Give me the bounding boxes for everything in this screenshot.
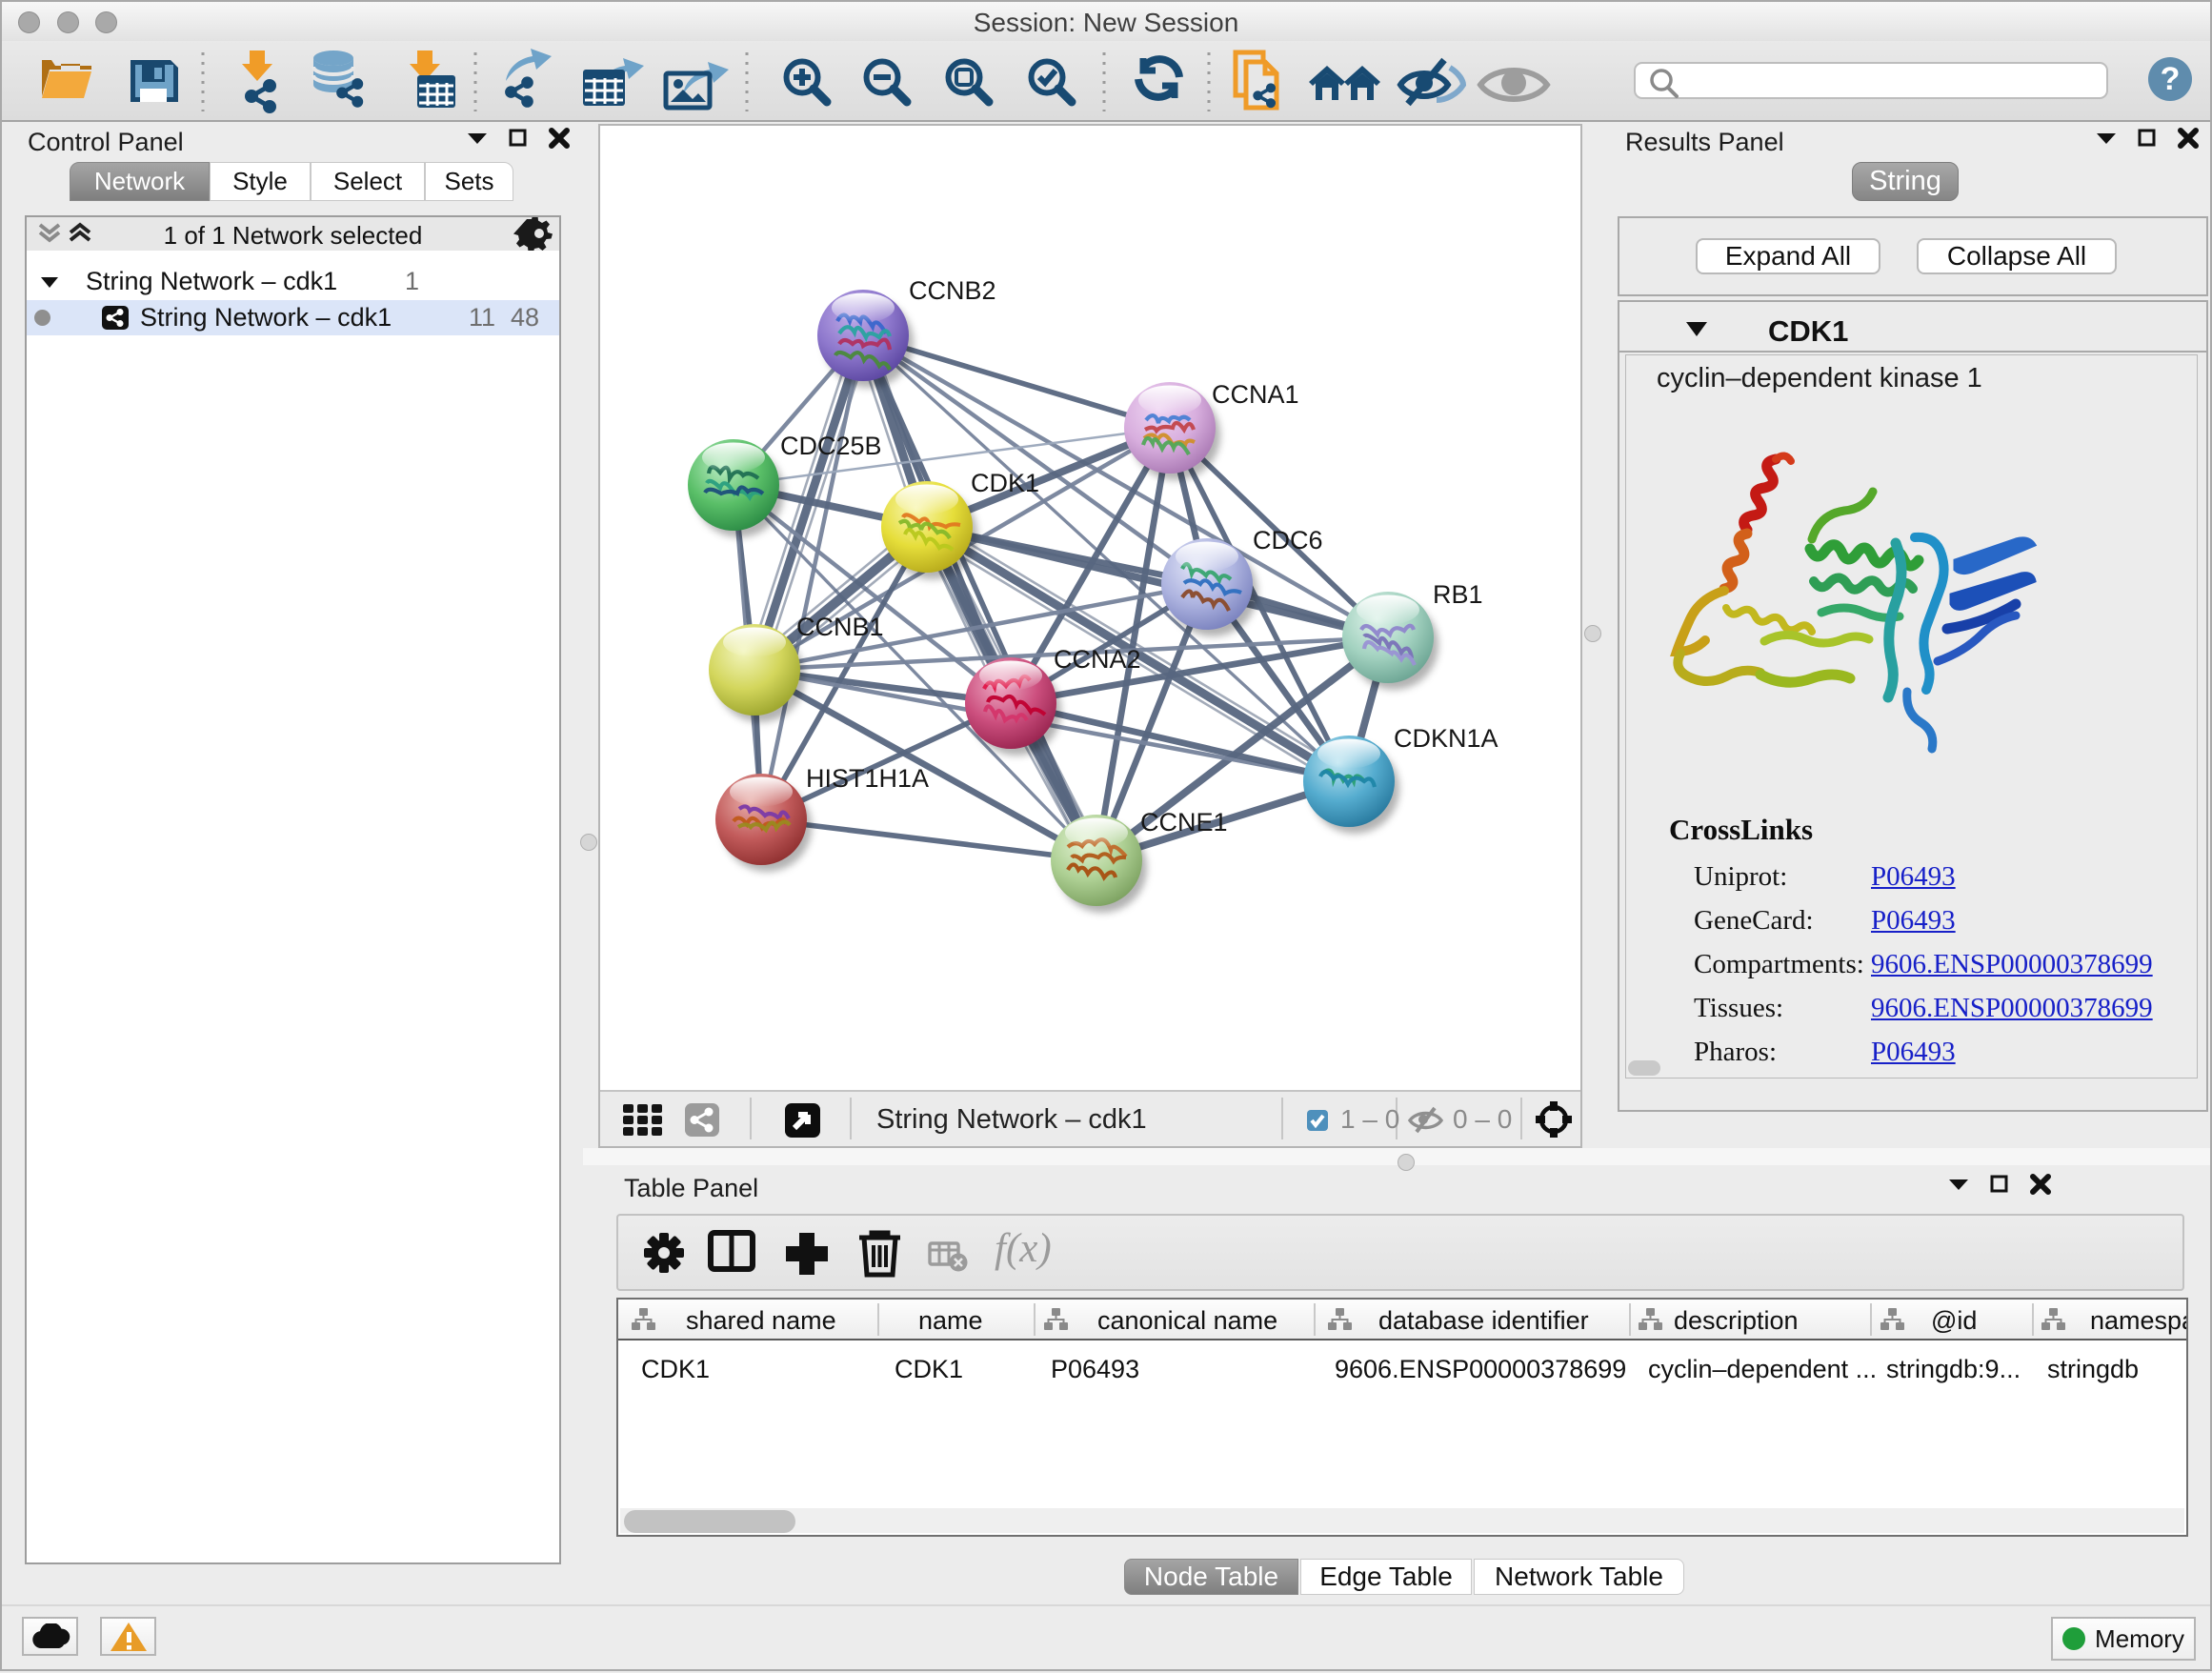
svg-text:CDC6: CDC6 (1253, 526, 1323, 554)
svg-text:HIST1H1A: HIST1H1A (806, 764, 929, 793)
svg-text:name: name (918, 1306, 983, 1335)
svg-text:CCNE1: CCNE1 (1140, 808, 1228, 836)
svg-text:@id: @id (1931, 1306, 1977, 1335)
svg-text:canonical name: canonical name (1097, 1306, 1277, 1335)
svg-text:CCNB2: CCNB2 (909, 276, 996, 305)
svg-text:shared name: shared name (686, 1306, 836, 1335)
svg-text:0 – 0: 0 – 0 (1453, 1104, 1512, 1134)
svg-text:CDC25B: CDC25B (780, 432, 882, 460)
svg-text:CDK1: CDK1 (971, 469, 1039, 497)
svg-text:String Network – cdk1: String Network – cdk1 (876, 1104, 1147, 1135)
svg-text:1 – 0: 1 – 0 (1340, 1104, 1399, 1134)
svg-text:CCNA1: CCNA1 (1212, 380, 1299, 409)
svg-text:CCNA2: CCNA2 (1054, 645, 1141, 674)
svg-text:database identifier: database identifier (1378, 1306, 1589, 1335)
svg-text:namespac: namespac (2090, 1306, 2186, 1335)
svg-text:CDKN1A: CDKN1A (1394, 724, 1498, 753)
svg-text:RB1: RB1 (1433, 580, 1483, 609)
svg-text:description: description (1674, 1306, 1799, 1335)
svg-text:CCNB1: CCNB1 (796, 613, 884, 641)
svg-text:f(x): f(x) (995, 1226, 1052, 1271)
